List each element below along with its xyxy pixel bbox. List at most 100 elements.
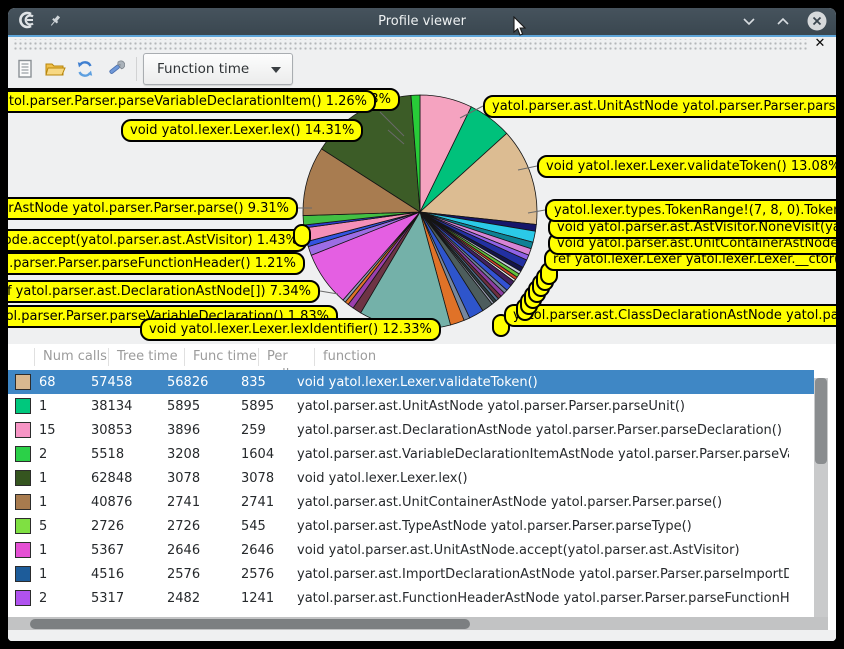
cell-function: yatol.parser.ast.DeclarationAstNode yato… <box>289 423 789 438</box>
cell-func_time: 3078 <box>159 471 233 486</box>
maximize-button[interactable] <box>772 10 794 32</box>
pie-label-8: yatol.parser.ast.FunctionHeaderAstNode y… <box>8 252 305 275</box>
column-header-tree-time[interactable]: Tree time <box>108 348 184 366</box>
cell-function: yatol.parser.ast.VariableDeclarationItem… <box>289 447 789 462</box>
cell-num_calls: 1 <box>31 495 83 510</box>
window-title: Profile viewer <box>8 14 836 29</box>
cell-per_call: 545 <box>233 519 289 534</box>
chevron-down-icon <box>271 67 281 73</box>
cell-num_calls: 1 <box>31 567 83 582</box>
metric-dropdown[interactable]: Function time <box>143 53 293 85</box>
cell-per_call: 3078 <box>233 471 289 486</box>
row-color-swatch <box>15 566 31 582</box>
row-color-swatch <box>15 470 31 486</box>
table-row-7[interactable]: 1536726462646void yatol.parser.ast.UnitA… <box>8 538 814 562</box>
pie-label-6 <box>293 224 311 247</box>
wrench-icon[interactable] <box>102 56 128 82</box>
cell-tree_time: 30853 <box>83 423 159 438</box>
profile-viewer-window: Profile viewer ✕ <box>8 8 836 641</box>
table-row-6[interactable]: 527262726545yatol.parser.ast.TypeAstNode… <box>8 514 814 538</box>
column-header-num-calls[interactable]: Num calls <box>34 348 108 366</box>
vertical-scrollbar[interactable] <box>814 378 828 617</box>
cell-num_calls: 1 <box>31 543 83 558</box>
report-icon[interactable] <box>12 56 38 82</box>
cell-function: void yatol.lexer.Lexer.lex() <box>289 471 789 486</box>
minimize-button[interactable] <box>738 10 760 32</box>
cell-tree_time: 40876 <box>83 495 159 510</box>
pie-label-23: yatol.parser.ast.ClassDeclarationAstNode… <box>504 304 836 327</box>
open-folder-icon[interactable] <box>42 56 68 82</box>
pie-chart-area: yatol.parser.ast.DeclarationAstNode yato… <box>8 86 836 352</box>
cell-func_time: 56826 <box>159 375 233 390</box>
cell-func_time: 3208 <box>159 447 233 462</box>
row-color-swatch <box>15 446 31 462</box>
dock-close-icon[interactable]: ✕ <box>812 36 828 52</box>
cell-per_call: 2576 <box>233 567 289 582</box>
table-row-4[interactable]: 16284830783078void yatol.lexer.Lexer.lex… <box>8 466 814 490</box>
row-color-swatch <box>15 590 31 606</box>
cell-per_call: 5895 <box>233 399 289 414</box>
cell-func_time: 2482 <box>159 591 233 606</box>
pie-label-4: void yatol.lexer.Lexer.validateToken() 1… <box>537 155 836 178</box>
cell-num_calls: 68 <box>31 375 83 390</box>
pie-label-3: yatol.parser.ast.UnitAstNode yatol.parse… <box>483 95 836 118</box>
cell-per_call: 259 <box>233 423 289 438</box>
table-row-1[interactable]: 13813458955895yatol.parser.ast.UnitAstNo… <box>8 394 814 418</box>
table-row-5[interactable]: 14087627412741yatol.parser.ast.UnitConta… <box>8 490 814 514</box>
vertical-scrollbar-thumb[interactable] <box>815 378 827 464</box>
close-button[interactable] <box>806 10 828 32</box>
horizontal-scrollbar-thumb[interactable] <box>30 619 470 629</box>
table-row-0[interactable]: 685745856826835void yatol.lexer.Lexer.va… <box>8 370 814 394</box>
pie-label-11: void yatol.lexer.Lexer.lexIdentifier() 1… <box>140 318 441 341</box>
cell-num_calls: 1 <box>31 471 83 486</box>
cell-tree_time: 57458 <box>83 375 159 390</box>
cell-per_call: 1241 <box>233 591 289 606</box>
titlebar-accent <box>8 35 836 37</box>
cell-tree_time: 2726 <box>83 519 159 534</box>
row-color-swatch <box>15 518 31 534</box>
cell-func_time: 2726 <box>159 519 233 534</box>
refresh-icon[interactable] <box>72 56 98 82</box>
cell-func_time: 2741 <box>159 495 233 510</box>
horizontal-scrollbar[interactable] <box>8 617 828 630</box>
cell-num_calls: 2 <box>31 591 83 606</box>
cell-per_call: 1604 <box>233 447 289 462</box>
table-header[interactable]: Num callsTree timeFunc timePer callfunct… <box>8 344 814 371</box>
cell-num_calls: 15 <box>31 423 83 438</box>
cell-function: yatol.parser.ast.FunctionHeaderAstNode y… <box>289 591 789 606</box>
cell-tree_time: 5367 <box>83 543 159 558</box>
row-color-swatch <box>15 374 31 390</box>
cell-per_call: 2741 <box>233 495 289 510</box>
cell-tree_time: 5518 <box>83 447 159 462</box>
row-color-swatch <box>15 542 31 558</box>
row-color-swatch <box>15 398 31 414</box>
cell-func_time: 2576 <box>159 567 233 582</box>
cell-function: yatol.parser.ast.TypeAstNode yatol.parse… <box>289 519 789 534</box>
pie-label-9: void yatol.parser.Parser.parseDeclaratio… <box>8 280 320 303</box>
cell-num_calls: 5 <box>31 519 83 534</box>
column-header-func-time[interactable]: Func time <box>184 348 258 366</box>
cell-function: yatol.parser.ast.ImportDeclarationAstNod… <box>289 567 789 582</box>
column-header-function[interactable]: function <box>314 348 814 366</box>
column-header-per-call[interactable]: Per call <box>258 348 314 366</box>
pie-label-5: yatol.parser.ast.UnitContainerAstNode ya… <box>8 197 298 220</box>
cell-tree_time: 38134 <box>83 399 159 414</box>
cell-per_call: 2646 <box>233 543 289 558</box>
cell-function: yatol.parser.ast.UnitAstNode yatol.parse… <box>289 399 789 414</box>
cell-func_time: 5895 <box>159 399 233 414</box>
table-row-8[interactable]: 1451625762576yatol.parser.ast.ImportDecl… <box>8 562 814 586</box>
cell-func_time: 2646 <box>159 543 233 558</box>
mouse-cursor <box>513 16 528 41</box>
cell-num_calls: 2 <box>31 447 83 462</box>
pie-label-2: void yatol.lexer.Lexer.lex() 14.31% <box>121 119 363 142</box>
titlebar[interactable]: Profile viewer <box>8 8 836 35</box>
cell-function: void yatol.lexer.Lexer.validateToken() <box>289 375 789 390</box>
table-row-3[interactable]: 2551832081604yatol.parser.ast.VariableDe… <box>8 442 814 466</box>
toolbar-drag-strip[interactable] <box>12 39 808 52</box>
cell-num_calls: 1 <box>31 399 83 414</box>
table-row-9[interactable]: 2531724821241yatol.parser.ast.FunctionHe… <box>8 586 814 610</box>
pie-label-1: yatol.parser.ast.VariableDeclarationItem… <box>8 90 376 113</box>
table-row-2[interactable]: 15308533896259yatol.parser.ast.Declarati… <box>8 418 814 442</box>
row-color-swatch <box>15 422 31 438</box>
pie-label-12: yatol.lexer.types.TokenRange!(7, 8, 0).T… <box>545 199 836 222</box>
